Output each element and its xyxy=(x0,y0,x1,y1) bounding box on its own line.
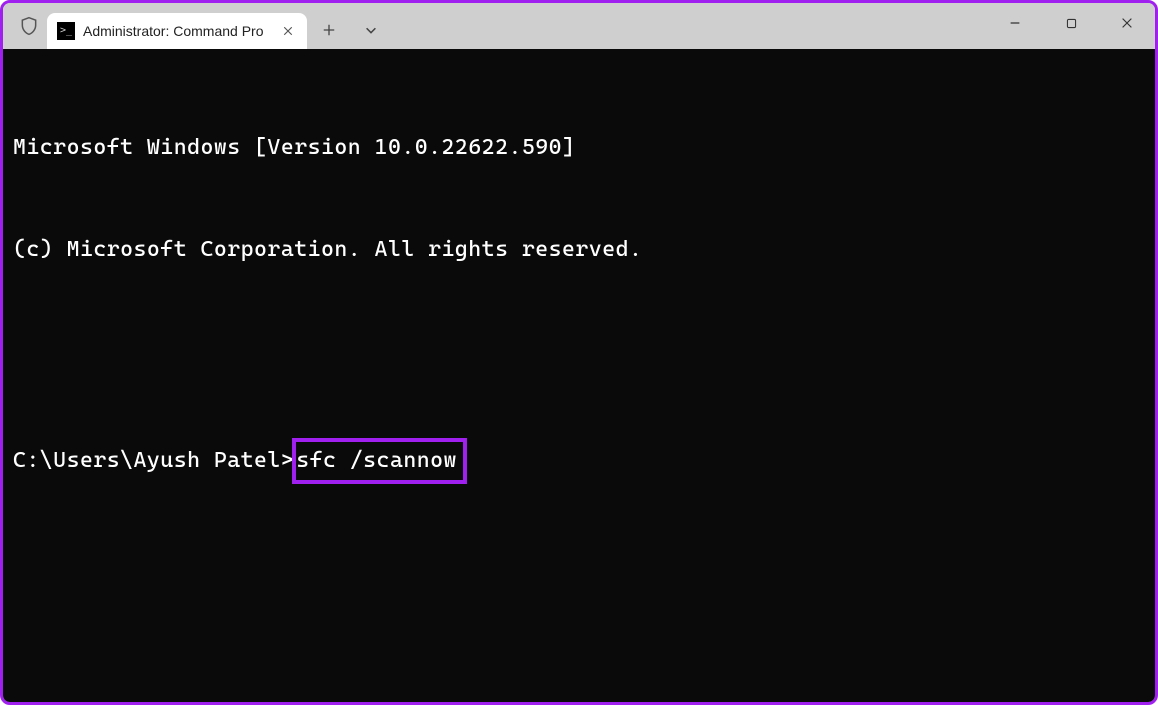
minimize-button[interactable] xyxy=(987,3,1043,43)
close-window-button[interactable] xyxy=(1099,3,1155,43)
window-controls xyxy=(987,3,1155,43)
typed-command: sfc /scannow xyxy=(296,448,457,473)
tab-dropdown-button[interactable] xyxy=(359,18,383,42)
command-highlight: sfc /scannow xyxy=(292,438,467,484)
terminal-window: >_ Administrator: Command Pro xyxy=(0,0,1158,705)
tab-actions xyxy=(317,18,383,42)
close-tab-button[interactable] xyxy=(279,22,297,40)
active-tab[interactable]: >_ Administrator: Command Pro xyxy=(47,13,307,49)
terminal-line-version: Microsoft Windows [Version 10.0.22622.59… xyxy=(13,131,1145,165)
terminal-line-copyright: (c) Microsoft Corporation. All rights re… xyxy=(13,233,1145,267)
shield-icon xyxy=(19,16,39,36)
prompt-path: C:\Users\Ayush Patel> xyxy=(13,448,294,473)
cmd-icon: >_ xyxy=(57,22,75,40)
maximize-button[interactable] xyxy=(1043,3,1099,43)
titlebar: >_ Administrator: Command Pro xyxy=(3,3,1155,49)
blank-line xyxy=(13,336,1145,370)
terminal-prompt-line: C:\Users\Ayush Patel>sfc /scannow xyxy=(13,438,1145,484)
terminal-body[interactable]: Microsoft Windows [Version 10.0.22622.59… xyxy=(3,49,1155,702)
new-tab-button[interactable] xyxy=(317,18,341,42)
tab-title: Administrator: Command Pro xyxy=(83,23,271,39)
